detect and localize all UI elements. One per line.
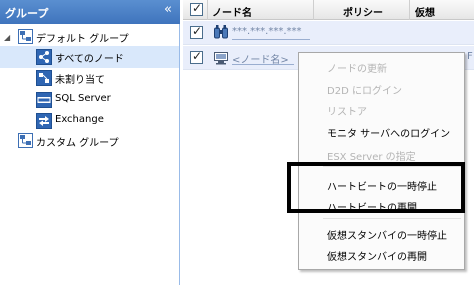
menu-separator bbox=[323, 218, 461, 219]
menu-item-label: モニタ サーバへのログイン bbox=[327, 129, 451, 140]
row-trailing-text: F bbox=[467, 51, 473, 62]
tree-item-label: Exchange bbox=[55, 114, 104, 125]
tree-item-all-nodes[interactable]: すべてのノード bbox=[0, 46, 179, 68]
groups-panel-title: グループ bbox=[5, 7, 49, 20]
group-icon bbox=[18, 29, 33, 44]
column-separator bbox=[313, 0, 314, 20]
column-header-node-name[interactable]: ノード名 bbox=[212, 4, 252, 19]
tree-item-label: デフォルト グループ bbox=[36, 34, 129, 45]
row-checkbox[interactable] bbox=[190, 24, 203, 39]
tree-item-unassigned[interactable]: 未割り当て bbox=[0, 68, 179, 88]
menu-item-specify-esx[interactable]: ESX Server の指定 bbox=[299, 144, 464, 164]
column-separator bbox=[409, 0, 410, 20]
menu-item-label: 仮想スタンバイの一時停止 bbox=[327, 231, 447, 242]
binoculars-icon bbox=[214, 25, 228, 39]
row-text-underline bbox=[232, 39, 310, 40]
groups-panel-header: グループ « bbox=[0, 0, 180, 24]
menu-item-refresh-node[interactable]: ノードの更新 bbox=[299, 56, 464, 76]
group-icon bbox=[18, 133, 33, 148]
tree-item-label: 未割り当て bbox=[55, 75, 105, 86]
server-icon bbox=[214, 52, 228, 65]
node-name[interactable]: ***.***.***.*** bbox=[232, 26, 302, 37]
tree-item-label: カスタム グループ bbox=[36, 138, 119, 149]
tree-item-sql-server[interactable]: SQL Server bbox=[0, 90, 179, 110]
row-text-underline bbox=[232, 64, 294, 65]
menu-item-resume-virtual-standby[interactable]: 仮想スタンバイの再開 bbox=[299, 244, 464, 264]
tree-item-label: すべてのノード bbox=[55, 54, 124, 65]
groups-panel: グループ « ◢ デフォルト グループ すべてのノード 未割り当て SQL Se… bbox=[0, 0, 180, 285]
menu-item-restore[interactable]: リストア bbox=[299, 99, 464, 119]
double-chevron-left-icon[interactable]: « bbox=[161, 3, 175, 17]
menu-item-pause-virtual-standby[interactable]: 仮想スタンバイの一時停止 bbox=[299, 223, 464, 243]
exchange-icon bbox=[36, 113, 52, 129]
column-header-virtual[interactable]: 仮想 bbox=[415, 4, 435, 19]
tree-item-exchange[interactable]: Exchange bbox=[0, 111, 179, 131]
all-nodes-icon bbox=[36, 49, 52, 65]
sql-server-icon bbox=[36, 92, 52, 108]
menu-item-monitor-login[interactable]: モニタ サーバへのログイン bbox=[299, 121, 464, 141]
tree-item-default-group[interactable]: ◢ デフォルト グループ bbox=[0, 27, 179, 47]
row-checkbox[interactable] bbox=[190, 49, 203, 64]
menu-item-d2d-login[interactable]: D2D にログイン bbox=[299, 78, 464, 98]
column-header-policy[interactable]: ポリシー bbox=[343, 4, 383, 19]
menu-item-label: D2D にログイン bbox=[327, 86, 402, 97]
context-menu: ノードの更新 D2D にログイン リストア モニタ サーバへのログイン ESX … bbox=[298, 52, 465, 270]
grid-header: ノード名 ポリシー 仮想 bbox=[183, 0, 474, 20]
collapse-triangle-icon[interactable]: ◢ bbox=[4, 33, 13, 42]
column-separator bbox=[207, 0, 208, 20]
menu-item-label: ESX Server の指定 bbox=[327, 152, 416, 163]
menu-item-label: 仮想スタンバイの再開 bbox=[327, 252, 427, 263]
tree-item-label: SQL Server bbox=[55, 93, 111, 104]
highlight-frame bbox=[287, 162, 465, 213]
table-row[interactable]: ***.***.***.*** bbox=[183, 21, 474, 45]
select-all-checkbox[interactable] bbox=[190, 1, 203, 16]
tree-item-custom-group[interactable]: カスタム グループ bbox=[0, 131, 179, 151]
menu-item-label: ノードの更新 bbox=[327, 64, 387, 75]
unassigned-icon bbox=[36, 70, 52, 86]
menu-item-label: リストア bbox=[327, 107, 367, 118]
